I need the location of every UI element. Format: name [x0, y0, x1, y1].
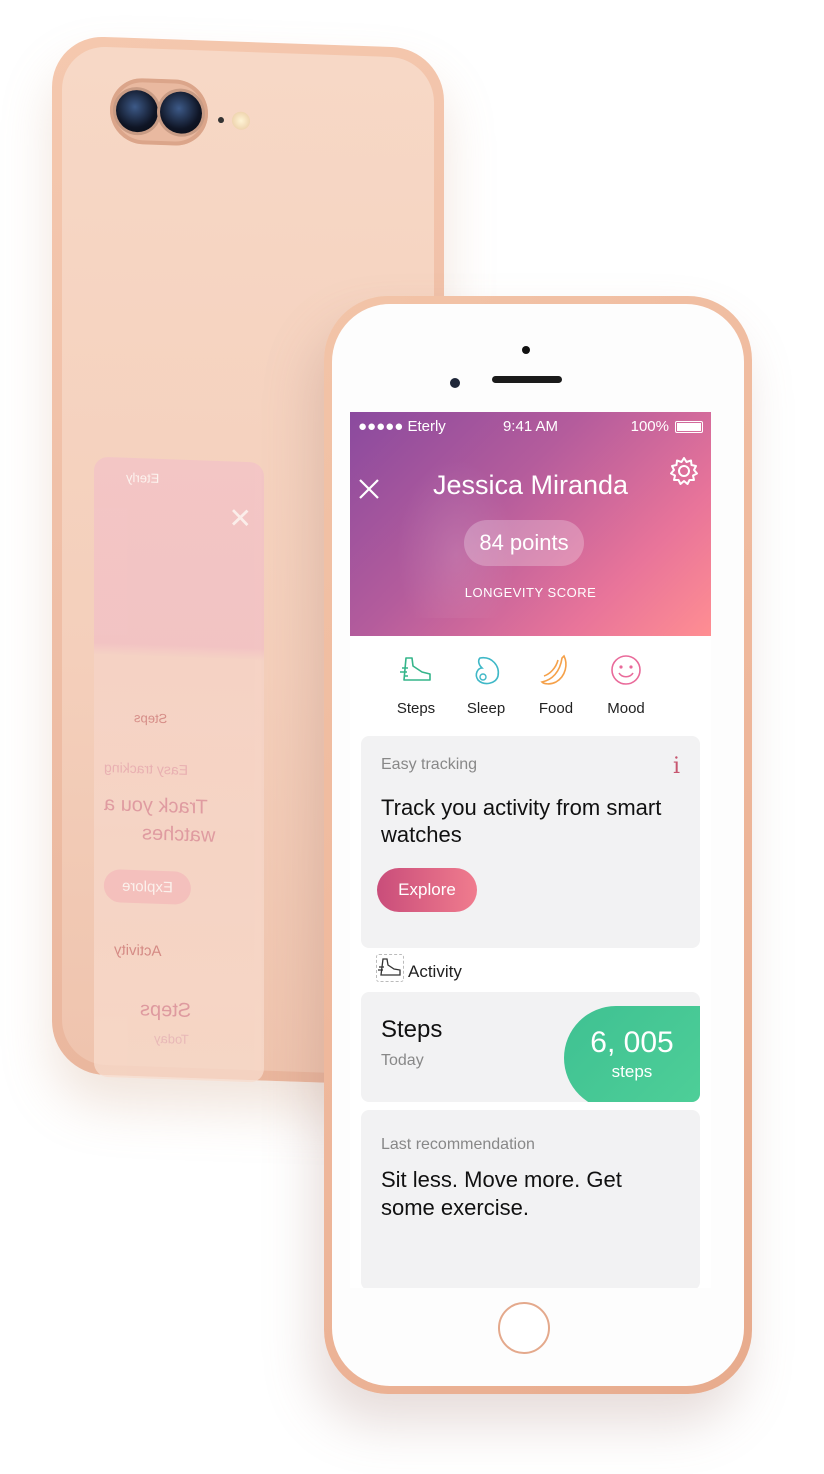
recommendation-text: Sit less. Move more. Get some exercise. — [381, 1167, 622, 1220]
easy-tracking-card: Easy tracking i Track you activity from … — [361, 736, 700, 948]
steps-unit: steps — [611, 1062, 653, 1081]
category-label: Mood — [607, 700, 645, 717]
steps-value: 6, 005 — [590, 1026, 674, 1059]
points-badge[interactable]: 84 points — [464, 520, 584, 566]
steps-title: Steps — [381, 1016, 443, 1043]
longevity-score-label: LONGEVITY SCORE — [464, 585, 597, 600]
steps-subtitle: Today — [381, 1052, 424, 1069]
earpiece-speaker — [492, 376, 562, 383]
banana-icon — [540, 654, 567, 685]
reflection-explore: Explore — [104, 868, 191, 906]
flash-icon — [232, 111, 250, 131]
home-button[interactable] — [498, 1302, 550, 1354]
activity-shoe-icon — [376, 954, 404, 982]
microphone-dot — [218, 116, 224, 124]
card-caption: Easy tracking — [381, 756, 478, 773]
reflection-steps: Steps — [134, 710, 168, 727]
category-label: Food — [538, 700, 574, 717]
app-screen: ●●●●● Eterly 9:41 AM 100% Jessica Mirand… — [350, 412, 711, 1288]
battery-icon — [675, 421, 703, 433]
smiley-icon — [611, 655, 641, 685]
profile-header: ●●●●● Eterly 9:41 AM 100% Jessica Mirand… — [350, 412, 711, 636]
category-steps[interactable]: Steps — [386, 652, 446, 717]
reflection-steps-card: Steps — [140, 998, 192, 1023]
camera-bump — [110, 77, 208, 147]
explore-button[interactable]: Explore — [377, 868, 477, 912]
phone-face: ●●●●● Eterly 9:41 AM 100% Jessica Mirand… — [332, 304, 744, 1386]
user-name: Jessica Miranda — [432, 470, 629, 500]
reflection-title: watches — [142, 822, 216, 847]
recommendation-caption: Last recommendation — [381, 1136, 535, 1153]
category-label: Sleep — [466, 700, 506, 717]
category-sleep[interactable]: Sleep — [456, 652, 516, 717]
category-food[interactable]: Food — [526, 652, 586, 717]
status-bar: ●●●●● Eterly 9:41 AM 100% — [358, 418, 703, 436]
reflection-carrier: Eterly — [126, 469, 160, 486]
reflection-close-icon: ✕ — [228, 502, 252, 535]
sensor-dot — [522, 346, 530, 354]
recommendation-card[interactable]: Last recommendation Sit less. Move more.… — [361, 1110, 700, 1288]
shoe-icon — [400, 657, 431, 681]
screen-reflection: ✕ Eterly Steps Easy tracking Track you a… — [94, 456, 264, 1083]
reflection-today: Today — [154, 1030, 189, 1047]
camera-lens-icon — [160, 90, 202, 135]
reflection-title: Track you a — [104, 792, 208, 819]
reflection-activity: Activity — [114, 941, 162, 960]
camera-lens-icon — [116, 89, 158, 133]
category-mood[interactable]: Mood — [596, 652, 656, 717]
steps-card[interactable]: Steps Today 6, 005 steps — [361, 992, 700, 1102]
category-label: Steps — [396, 700, 436, 717]
info-icon[interactable]: i — [673, 754, 680, 779]
front-camera-icon — [450, 378, 460, 388]
category-row: Steps Sleep Food Mood — [386, 652, 686, 722]
steps-count-badge: 6, 005 steps — [564, 1006, 700, 1102]
gear-icon — [670, 457, 698, 485]
settings-button[interactable] — [669, 456, 699, 486]
reflection-tracking: Easy tracking — [104, 758, 189, 778]
battery-percent: 100% — [630, 418, 669, 435]
front-phone: ●●●●● Eterly 9:41 AM 100% Jessica Mirand… — [324, 296, 752, 1394]
sleep-icon — [475, 656, 500, 685]
card-title: Track you activity from smart watches — [381, 795, 662, 847]
activity-label: Activity — [408, 962, 462, 981]
